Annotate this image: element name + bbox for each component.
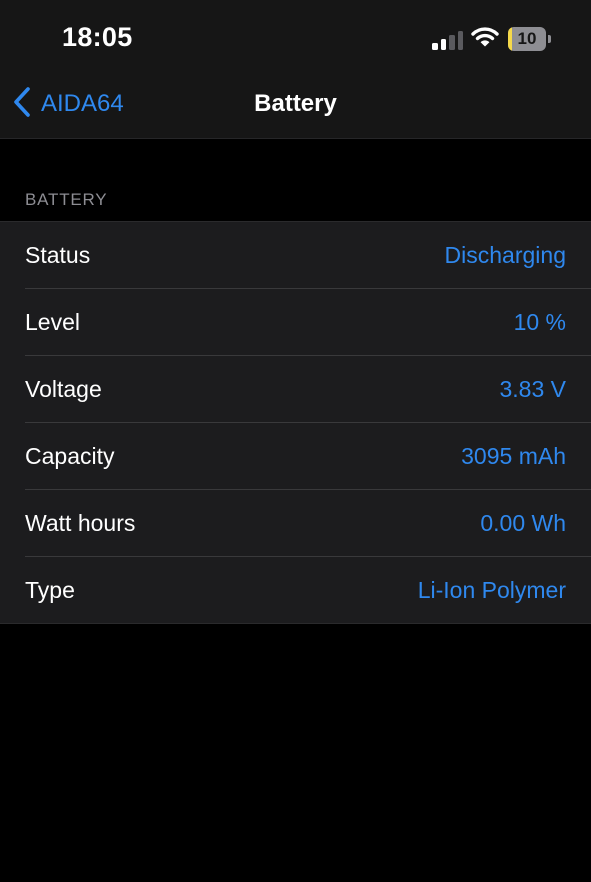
row-value: 10 % [513, 308, 566, 335]
row-value: 0.00 Wh [480, 509, 566, 536]
row-label: Watt hours [25, 509, 136, 536]
list-item-level: Level 10 % [25, 289, 591, 356]
list-item-status: Status Discharging [25, 222, 591, 289]
list-item-voltage: Voltage 3.83 V [25, 356, 591, 423]
row-label: Level [25, 308, 80, 335]
row-label: Voltage [25, 375, 102, 402]
status-bar: 18:05 10 [0, 0, 591, 70]
signal-bar [449, 35, 455, 50]
row-value: Li-Ion Polymer [417, 576, 566, 603]
signal-bar [432, 43, 438, 50]
row-label: Type [25, 576, 75, 603]
navigation-bar: AIDA64 Battery [0, 70, 591, 139]
status-time: 18:05 [62, 22, 133, 52]
signal-bar [440, 39, 446, 50]
battery-body: 10 [508, 27, 546, 51]
battery-icon: 10 [508, 27, 551, 51]
signal-bar [457, 31, 463, 50]
battery-info-list: Status Discharging Level 10 % Voltage 3.… [0, 221, 591, 624]
list-item-type: Type Li-Ion Polymer [25, 557, 591, 623]
battery-cap [548, 35, 551, 43]
row-value: 3.83 V [499, 375, 567, 402]
battery-percent: 10 [517, 29, 537, 48]
row-value: 3095 mAh [461, 442, 566, 469]
wifi-icon [471, 26, 499, 48]
list-item-watt-hours: Watt hours 0.00 Wh [25, 490, 591, 557]
cellular-signal-icon [432, 30, 464, 50]
section-header: BATTERY [25, 190, 108, 209]
row-value: Discharging [444, 241, 566, 268]
list-item-capacity: Capacity 3095 mAh [25, 423, 591, 490]
row-label: Capacity [25, 442, 115, 469]
page-title: Battery [254, 90, 337, 117]
row-label: Status [25, 241, 91, 268]
